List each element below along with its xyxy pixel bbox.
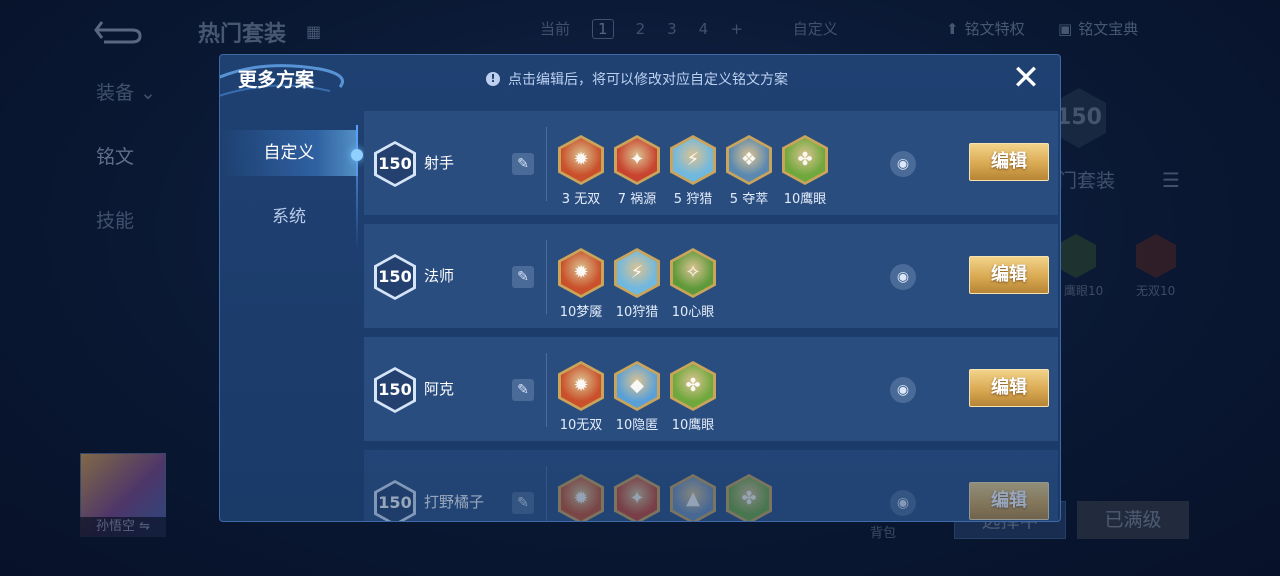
- rune-label: 5 狩猎: [673, 192, 713, 207]
- plan-name: 射手: [424, 154, 455, 172]
- notice: ! 点击编辑后，将可以修改对应自定义铭文方案: [486, 69, 788, 89]
- level-value: 150: [377, 483, 413, 521]
- level-badge: 150: [374, 367, 416, 413]
- plan-list[interactable]: 150 射手 ✎ ✹ 3 无双 ✦ 7 祸源 ⚡ 5 狩猎 ❖ 5 夺萃 ✤ 10鹰…: [364, 111, 1058, 521]
- rune-icon[interactable]: ❖: [726, 135, 772, 185]
- close-button[interactable]: ✕: [1010, 61, 1042, 95]
- rune-label: 10心眼: [671, 305, 715, 320]
- rune-icon[interactable]: ✦: [614, 474, 660, 521]
- level-badge: 150: [374, 254, 416, 300]
- row-divider: [546, 127, 547, 201]
- rune-icon[interactable]: ✹: [558, 135, 604, 185]
- rune-label: 10隐匿: [615, 418, 659, 433]
- rune-icon[interactable]: ⚡: [670, 135, 716, 185]
- rune-label: 5 夺萃: [729, 192, 769, 207]
- rune-icon[interactable]: ⚡: [614, 248, 660, 298]
- edit-button[interactable]: 编辑: [969, 482, 1049, 520]
- rune-icon[interactable]: ✤: [726, 474, 772, 521]
- rune-label: 10鹰眼: [671, 418, 715, 433]
- rune-icon[interactable]: ▲: [670, 474, 716, 521]
- notice-text: 点击编辑后，将可以修改对应自定义铭文方案: [508, 72, 788, 88]
- rune-label: 7 祸源: [617, 192, 657, 207]
- plan-name: 打野橘子: [424, 493, 485, 511]
- edit-button[interactable]: 编辑: [969, 256, 1049, 294]
- rune-icon[interactable]: ✹: [558, 248, 604, 298]
- level-value: 150: [377, 257, 413, 297]
- row-divider: [546, 466, 547, 521]
- plan-category-nav: 自定义 系统: [220, 115, 358, 515]
- level-badge: 150: [374, 480, 416, 521]
- modal-header: 更多方案 ! 点击编辑后，将可以修改对应自定义铭文方案 ✕: [220, 55, 1060, 101]
- rune-icon[interactable]: ◆: [614, 361, 660, 411]
- plan-name: 阿克: [424, 380, 455, 398]
- rune-icon[interactable]: ✤: [670, 361, 716, 411]
- rune-icon[interactable]: ✤: [782, 135, 828, 185]
- plan-row: 150 阿克 ✎ ✹ 10无双 ◆ 10隐匿 ✤ 10鹰眼 ◉ 编辑: [364, 337, 1058, 441]
- row-divider: [546, 353, 547, 427]
- tab-custom[interactable]: 自定义: [220, 130, 358, 176]
- preview-eye-icon[interactable]: ◉: [890, 264, 916, 290]
- level-value: 150: [377, 370, 413, 410]
- rune-icon[interactable]: ✦: [614, 135, 660, 185]
- tab-system[interactable]: 系统: [220, 194, 358, 240]
- level-badge: 150: [374, 141, 416, 187]
- level-value: 150: [377, 144, 413, 184]
- edit-button[interactable]: 编辑: [969, 143, 1049, 181]
- plan-row: 150 打野橘子 ✎ ✹ ✦ ▲ ✤ ◉ 编辑: [364, 450, 1058, 521]
- more-plans-modal: 更多方案 ! 点击编辑后，将可以修改对应自定义铭文方案 ✕ 自定义 系统 150…: [219, 54, 1061, 522]
- rune-icon[interactable]: ✹: [558, 474, 604, 521]
- active-indicator-dot: [351, 149, 363, 161]
- rune-label: 3 无双: [561, 192, 601, 207]
- rune-icon[interactable]: ✹: [558, 361, 604, 411]
- preview-eye-icon[interactable]: ◉: [890, 490, 916, 516]
- rename-pencil-icon[interactable]: ✎: [512, 492, 534, 514]
- rename-pencil-icon[interactable]: ✎: [512, 153, 534, 175]
- rune-label: 10梦魇: [559, 305, 603, 320]
- rename-pencil-icon[interactable]: ✎: [512, 266, 534, 288]
- rune-icon[interactable]: ✧: [670, 248, 716, 298]
- rune-label: 10无双: [559, 418, 603, 433]
- edit-button[interactable]: 编辑: [969, 369, 1049, 407]
- rename-pencil-icon[interactable]: ✎: [512, 379, 534, 401]
- plan-row: 150 射手 ✎ ✹ 3 无双 ✦ 7 祸源 ⚡ 5 狩猎 ❖ 5 夺萃 ✤ 10鹰…: [364, 111, 1058, 215]
- info-icon: !: [486, 72, 500, 86]
- row-divider: [546, 240, 547, 314]
- nav-divider: [356, 125, 358, 251]
- plan-name: 法师: [424, 267, 455, 285]
- rune-label: 10鹰眼: [783, 192, 827, 207]
- preview-eye-icon[interactable]: ◉: [890, 151, 916, 177]
- plan-row: 150 法师 ✎ ✹ 10梦魇 ⚡ 10狩猎 ✧ 10心眼 ◉ 编辑: [364, 224, 1058, 328]
- modal-title: 更多方案: [238, 69, 315, 91]
- preview-eye-icon[interactable]: ◉: [890, 377, 916, 403]
- rune-label: 10狩猎: [615, 305, 659, 320]
